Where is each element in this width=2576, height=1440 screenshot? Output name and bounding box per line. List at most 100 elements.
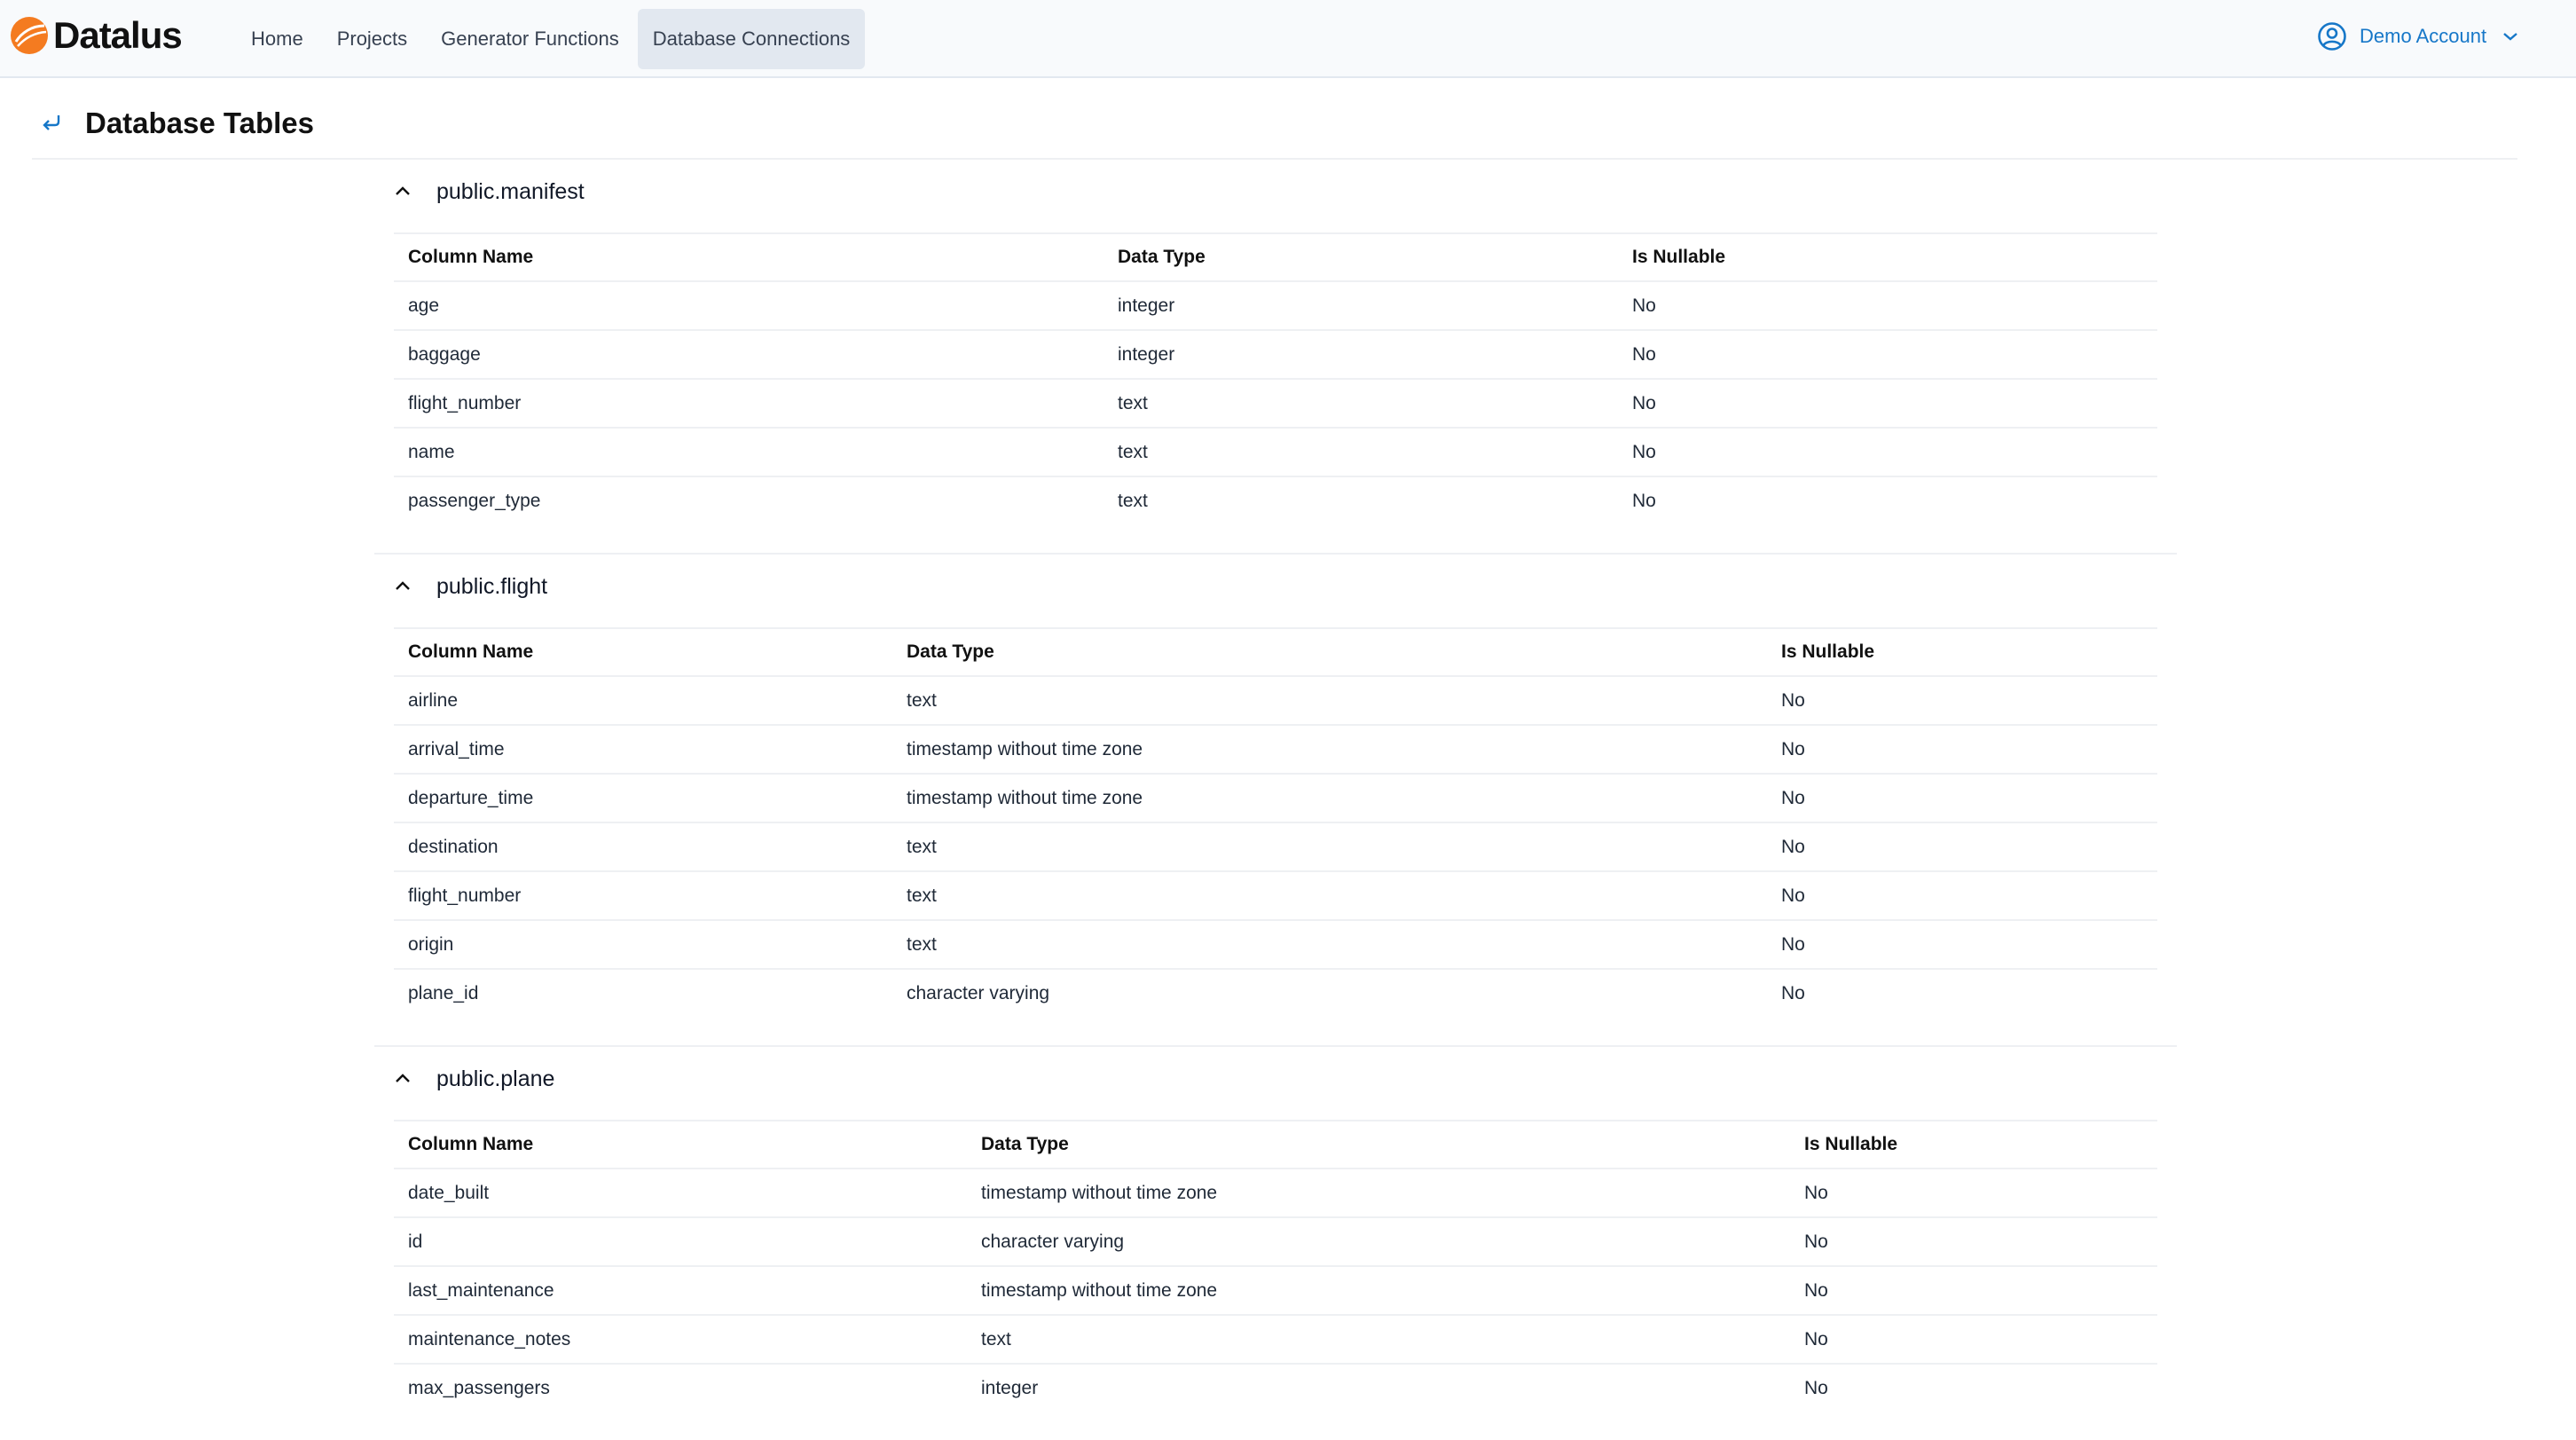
column-name-cell: arrival_time <box>394 725 892 775</box>
column-header: Column Name <box>394 1121 967 1169</box>
table-row: last_maintenance timestamp without time … <box>394 1266 2157 1316</box>
back-arrow-icon[interactable] <box>41 112 62 131</box>
data-type-cell: text <box>1103 379 1618 429</box>
nullable-cell: No <box>1767 774 2157 823</box>
column-name-cell: maintenance_notes <box>394 1315 967 1365</box>
nullable-cell: No <box>1632 490 1656 511</box>
table-row: destination text No <box>394 822 2157 872</box>
data-type-cell: timestamp without time zone <box>892 774 1767 823</box>
nullable-cell: No <box>1781 982 1805 1003</box>
table-header-row: Column Name Data Type Is Nullable <box>394 628 2157 677</box>
table-section-toggle[interactable]: public.plane <box>374 1047 2177 1120</box>
logo[interactable]: Datalus <box>9 14 183 57</box>
column-name-cell: plane_id <box>408 982 479 1003</box>
chevron-up-icon <box>396 186 410 195</box>
table-row: flight_number text No <box>394 379 2157 429</box>
data-type-cell: integer <box>1103 330 1618 380</box>
column-name-cell: baggage <box>394 330 1103 380</box>
table-header-row: Column Name Data Type Is Nullable <box>394 1121 2157 1169</box>
chevron-up-icon <box>396 581 410 590</box>
table-row: name text No <box>394 428 2157 477</box>
table-row: arrival_time timestamp without time zone… <box>394 725 2157 775</box>
nullable-cell: No <box>1618 330 2157 380</box>
table-row: departure_time timestamp without time zo… <box>394 774 2157 823</box>
nullable-cell: No <box>1790 1217 2157 1267</box>
nullable-cell: No <box>1618 281 2157 331</box>
column-name-cell: airline <box>394 676 892 726</box>
account-menu[interactable]: Demo Account <box>2317 21 2518 51</box>
data-type-cell: text <box>1103 428 1618 477</box>
table-row: plane_id character varying No <box>394 969 2157 1017</box>
nullable-cell: No <box>1767 822 2157 872</box>
data-type-cell: timestamp without time zone <box>967 1169 1790 1218</box>
nullable-cell: No <box>1790 1266 2157 1316</box>
nullable-cell: No <box>1618 428 2157 477</box>
table-name: public.flight <box>436 574 548 599</box>
nullable-cell: No <box>1767 676 2157 726</box>
table-header-row: Column Name Data Type Is Nullable <box>394 233 2157 282</box>
chevron-down-icon <box>2503 33 2517 41</box>
chevron-up-icon <box>396 1074 410 1082</box>
column-name-cell: date_built <box>394 1169 967 1218</box>
column-header: Is Nullable <box>1767 628 2157 677</box>
column-header: Is Nullable <box>1790 1121 2157 1169</box>
columns-table: Column Name Data Type Is Nullable age in… <box>394 232 2157 524</box>
nav-projects[interactable]: Projects <box>322 9 422 69</box>
data-type-cell: text <box>967 1315 1790 1365</box>
column-header: Is Nullable <box>1618 233 2157 282</box>
database-tables-list: public.manifest Column Name Data Type Is… <box>374 160 2177 1440</box>
nullable-cell: No <box>1767 920 2157 970</box>
column-name-cell: id <box>394 1217 967 1267</box>
data-type-cell: integer <box>981 1377 1039 1398</box>
column-name-cell: last_maintenance <box>394 1266 967 1316</box>
data-type-cell: timestamp without time zone <box>967 1266 1790 1316</box>
top-navbar: Datalus Home Projects Generator Function… <box>0 0 2576 78</box>
column-name-cell: departure_time <box>394 774 892 823</box>
table-section-toggle[interactable]: public.flight <box>374 555 2177 627</box>
nav-home[interactable]: Home <box>236 9 318 69</box>
data-type-cell: text <box>892 871 1767 921</box>
table-row: date_built timestamp without time zone N… <box>394 1169 2157 1218</box>
data-type-cell: character varying <box>967 1217 1790 1267</box>
table-section-toggle[interactable]: public.manifest <box>374 160 2177 232</box>
table-section-plane: public.plane Column Name Data Type Is Nu… <box>374 1047 2177 1412</box>
table-row: origin text No <box>394 920 2157 970</box>
page-title: Database Tables <box>85 106 315 139</box>
column-name-cell: flight_number <box>394 379 1103 429</box>
table-row: baggage integer No <box>394 330 2157 380</box>
main-nav: Home Projects Generator Functions Databa… <box>236 9 866 69</box>
column-header: Column Name <box>394 628 892 677</box>
column-name-cell: name <box>394 428 1103 477</box>
nullable-cell: No <box>1790 1169 2157 1218</box>
data-type-cell: text <box>892 920 1767 970</box>
account-label: Demo Account <box>2360 25 2487 47</box>
columns-table: Column Name Data Type Is Nullable airlin… <box>394 627 2157 1017</box>
table-row: passenger_type text No <box>394 476 2157 524</box>
nullable-cell: No <box>1767 725 2157 775</box>
data-type-cell: text <box>1118 490 1148 511</box>
datalus-logo-icon <box>11 17 48 54</box>
data-type-cell: integer <box>1103 281 1618 331</box>
column-header: Data Type <box>892 628 1767 677</box>
nav-database-connections[interactable]: Database Connections <box>637 9 866 69</box>
column-header: Data Type <box>967 1121 1790 1169</box>
column-name-cell: max_passengers <box>408 1377 550 1398</box>
column-header: Data Type <box>1103 233 1618 282</box>
nullable-cell: No <box>1790 1315 2157 1365</box>
user-circle-icon <box>2318 22 2346 51</box>
table-section-flight: public.flight Column Name Data Type Is N… <box>374 555 2177 1047</box>
column-name-cell: origin <box>394 920 892 970</box>
table-name: public.plane <box>436 1066 555 1091</box>
data-type-cell: text <box>892 676 1767 726</box>
table-row: max_passengers integer No <box>394 1364 2157 1412</box>
app-name: Datalus <box>53 14 183 56</box>
nav-generator-functions[interactable]: Generator Functions <box>426 9 634 69</box>
table-section-manifest: public.manifest Column Name Data Type Is… <box>374 160 2177 555</box>
data-type-cell: timestamp without time zone <box>892 725 1767 775</box>
table-row: id character varying No <box>394 1217 2157 1267</box>
column-name-cell: age <box>394 281 1103 331</box>
page-header: Database Tables <box>32 85 2517 160</box>
nullable-cell: No <box>1618 379 2157 429</box>
table-name: public.manifest <box>436 179 585 204</box>
table-row: airline text No <box>394 676 2157 726</box>
